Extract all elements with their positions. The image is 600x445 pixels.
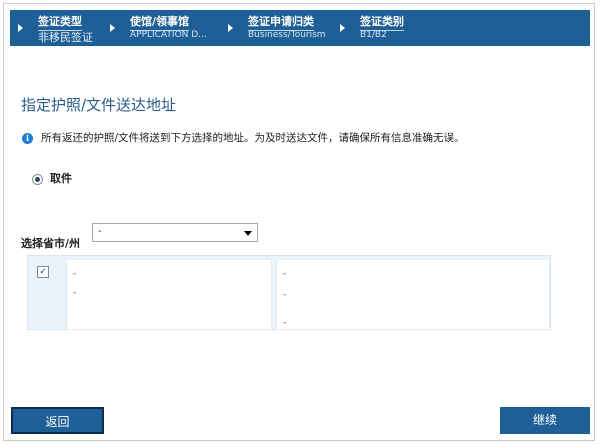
address-line: - [283,269,287,279]
address-cell-name[interactable]: - - [66,259,272,330]
address-checkbox[interactable]: ✓ [37,266,49,278]
page-title: 指定护照/文件送达地址 [21,96,177,114]
page-frame [3,3,595,441]
chevron-right-icon [18,24,23,32]
pickup-option[interactable]: 取件 [32,170,72,186]
info-message: i 所有返还的护照/文件将送到下方选择的地址。为及时送达文件，请确保所有信息准确无… [22,130,465,145]
breadcrumb-bar: 签证类型 非移民签证 使馆/领事馆 APPLICATION D... 签证申请归… [10,10,590,46]
chevron-right-icon [110,24,115,32]
address-line: - [73,269,77,279]
breadcrumb-subtitle: APPLICATION D... [130,30,207,40]
province-label: 选择省市/州 [21,237,81,250]
address-select-column: ✓ [28,256,63,329]
chevron-right-icon [228,24,233,32]
breadcrumb-title: 使馆/领事馆 [130,13,190,31]
province-select-value: - [98,226,102,237]
breadcrumb-subtitle: Business/Tourism [248,30,326,40]
breadcrumb-title: 签证申请归类 [248,13,314,31]
address-line: - [73,288,77,298]
back-button[interactable]: 返回 [11,407,104,434]
continue-button[interactable]: 继续 [500,407,590,434]
chevron-right-icon [340,24,345,32]
chevron-down-icon [244,231,252,236]
pickup-radio[interactable] [32,173,43,185]
pickup-label: 取件 [50,172,72,185]
address-cell-detail[interactable]: - - - [276,259,550,330]
province-select[interactable]: - [92,223,258,242]
address-line: - [283,290,287,300]
breadcrumb-subtitle: 非移民签证 [38,31,93,44]
breadcrumb-subtitle: B1/B2 [360,30,387,40]
address-line: - [283,318,287,328]
address-table: ✓ - - - - - [27,255,551,330]
info-text: 所有返还的护照/文件将送到下方选择的地址。为及时送达文件，请确保所有信息准确无误… [41,132,465,144]
info-icon: i [22,132,33,144]
breadcrumb-title: 签证类别 [360,13,404,31]
